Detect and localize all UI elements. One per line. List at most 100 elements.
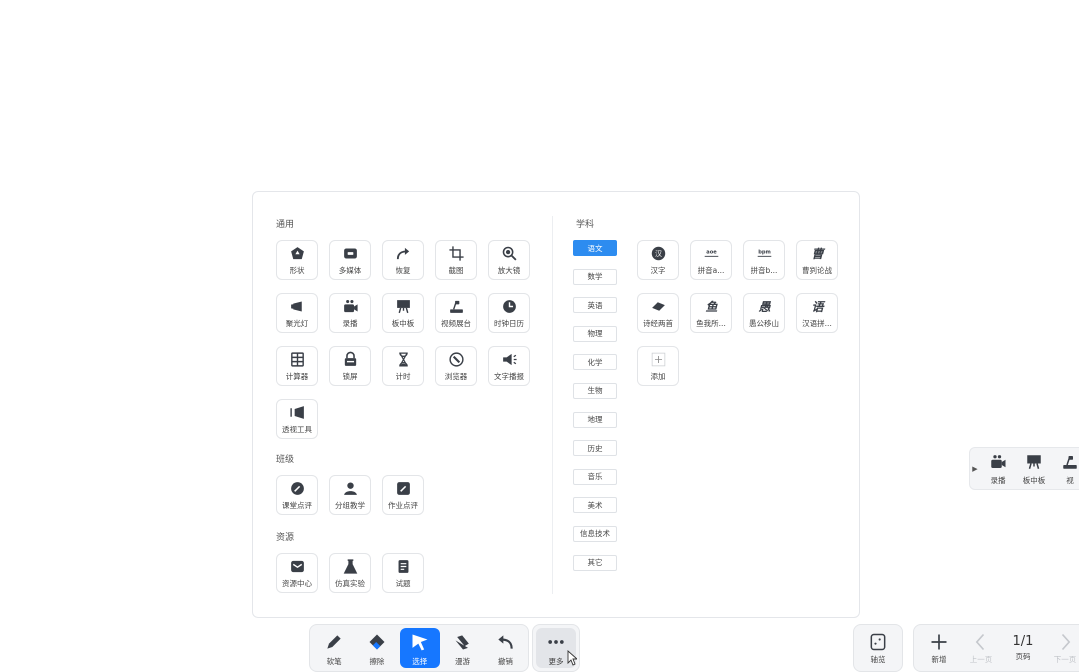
class-tool-group[interactable]: 分组教学 [329, 475, 371, 515]
hand-icon [453, 632, 473, 654]
resource-tools-grid: 资源中心 仿真实验 试题 [276, 553, 541, 606]
general-tool-clock[interactable]: 时钟日历 [488, 293, 530, 333]
subject-tool-pinyin-aoe[interactable]: aoe 拼音a... [690, 240, 732, 280]
tool-button-label: 撤销 [497, 656, 513, 666]
general-tool-visualizer[interactable]: 视频展台 [435, 293, 477, 333]
tool-label: 拼音b... [750, 266, 778, 275]
class-tool-comment[interactable]: 课堂点评 [276, 475, 318, 515]
hand-tool-button[interactable]: 漫游 [442, 628, 482, 668]
subject-tab[interactable]: 其它 [573, 554, 617, 571]
pinyin-aoe-icon: aoe [702, 244, 720, 262]
pen-tool-button[interactable]: 软笔 [314, 628, 354, 668]
section-title-subjects: 学科 [576, 220, 595, 230]
general-tool-spotlight[interactable]: 聚光灯 [276, 293, 318, 333]
tool-label: 分组教学 [335, 501, 365, 510]
subject-tool-pinyin-bpm[interactable]: bpm 拼音b... [743, 240, 785, 280]
crop-icon [447, 244, 465, 262]
document-icon [394, 557, 412, 575]
subject-tab[interactable]: 美术 [573, 497, 617, 514]
page-label: 页码 [1015, 652, 1031, 661]
general-tool-lock[interactable]: 锁屏 [329, 346, 371, 386]
select-tool-button[interactable]: 选择 [399, 628, 440, 668]
tool-label: 板中板 [391, 319, 415, 328]
homework-icon [394, 479, 412, 497]
thumbnail-icon [870, 633, 886, 650]
add-page-button[interactable]: 新增 [918, 628, 960, 668]
general-tool-shape[interactable]: 形状 [276, 240, 318, 280]
mini-tool-visualizer[interactable]: 视 [1052, 451, 1079, 486]
whiteboard-canvas[interactable]: 通用 形状 多媒体 恢复 截图 放大镜 聚光灯 录播 板中板 视频展台 时钟日历 计算器 锁屏 计时 浏览… [0, 0, 1079, 672]
tool-label: 课堂点评 [282, 501, 312, 510]
subject-tab[interactable]: 数学 [573, 268, 617, 285]
general-tool-board[interactable]: 板中板 [382, 293, 424, 333]
prev-page-button[interactable]: 上一页 [960, 628, 1002, 668]
general-tool-compass[interactable]: 浏览器 [435, 346, 477, 386]
page-indicator[interactable]: 1/1 页码 [1002, 628, 1044, 668]
general-tool-speaker[interactable]: 文字播报 [488, 346, 530, 386]
visualizer-icon [1061, 453, 1079, 473]
more-tools-panel: 通用 形状 多媒体 恢复 截图 放大镜 聚光灯 录播 板中板 视频展台 时钟日历 计算器 锁屏 计时 浏览… [252, 191, 860, 618]
subject-tab[interactable]: 化学 [573, 354, 617, 371]
general-tool-magnifier[interactable]: 放大镜 [488, 240, 530, 280]
eraser-tool-button[interactable]: 擦除 [357, 628, 397, 668]
subject-tool-yugong[interactable]: 愚愚公移山 [743, 293, 785, 333]
tool-label: 视频展台 [441, 319, 471, 328]
next-page-button[interactable]: 下一页 [1044, 628, 1079, 668]
general-tool-record[interactable]: 录播 [329, 293, 371, 333]
subject-tab[interactable]: 地理 [573, 411, 617, 428]
calculator-icon [288, 350, 306, 368]
general-tool-crop[interactable]: 截图 [435, 240, 477, 280]
general-tool-video[interactable]: 多媒体 [329, 240, 371, 280]
resource-tool-flask[interactable]: 仿真实验 [329, 553, 371, 593]
hourglass-icon [394, 350, 412, 368]
tool-label: 拼音a... [697, 266, 725, 275]
subject-tab[interactable]: 生物 [573, 382, 617, 399]
subject-tool-plus[interactable]: 添加 [637, 346, 679, 386]
svg-text:aoe: aoe [706, 249, 717, 255]
tool-label: 形状 [289, 266, 305, 275]
resource-tool-document[interactable]: 试题 [382, 553, 424, 593]
spotlight-icon [288, 297, 306, 315]
subject-tab[interactable]: 信息技术 [573, 525, 617, 542]
tool-label: 锁屏 [342, 372, 358, 381]
redo-icon [394, 244, 412, 262]
svg-text:汉: 汉 [654, 248, 661, 257]
general-tool-calculator[interactable]: 计算器 [276, 346, 318, 386]
resource-tool-inbox[interactable]: 资源中心 [276, 553, 318, 593]
subject-tab[interactable]: 物理 [573, 325, 617, 342]
tool-label: 多媒体 [338, 266, 362, 275]
record-icon [989, 453, 1007, 473]
subject-tool-fish[interactable]: 鱼鱼我所... [690, 293, 732, 333]
subject-tab[interactable]: 英语 [573, 297, 617, 314]
subject-tab[interactable]: 语文 [573, 240, 617, 256]
panel-divider [552, 216, 553, 594]
thumbnail-button[interactable]: 轴览 [857, 628, 899, 668]
expand-arrow-icon[interactable]: ▶ [970, 465, 980, 473]
class-tool-homework[interactable]: 作业点评 [382, 475, 424, 515]
tool-label: 聚光灯 [285, 319, 309, 328]
general-tool-hourglass[interactable]: 计时 [382, 346, 424, 386]
lock-icon [341, 350, 359, 368]
perspective-icon [288, 403, 306, 421]
subject-tool-hanzi[interactable]: 汉汉字 [637, 240, 679, 280]
svg-text:曹: 曹 [811, 246, 825, 260]
mini-tool-record[interactable]: 录播 [980, 451, 1016, 486]
tool-label: 资源中心 [282, 579, 312, 588]
mini-tool-board[interactable]: 板中板 [1016, 451, 1052, 486]
record-icon [341, 297, 359, 315]
general-tool-perspective[interactable]: 透视工具 [276, 399, 318, 439]
subject-tab[interactable]: 历史 [573, 440, 617, 457]
subject-tab[interactable]: 音乐 [573, 468, 617, 485]
page-controls: 新增 上一页 1/1 页码 下一页 [913, 624, 1079, 672]
undo-tool-button[interactable]: 撤销 [485, 628, 525, 668]
subject-tool-pinyin-table[interactable]: 语汉语拼... [796, 293, 838, 333]
subject-tool-poetry[interactable]: 诗经两首 [637, 293, 679, 333]
shape-icon [288, 244, 306, 262]
add-page-label: 新增 [931, 654, 947, 664]
subject-tool-cao[interactable]: 曹曹刿论战 [796, 240, 838, 280]
tool-button-label: 选择 [412, 656, 428, 666]
pinyin-table-icon: 语 [808, 297, 826, 315]
chevron-left-icon [975, 633, 985, 650]
tool-label: 汉语拼... [802, 319, 832, 328]
general-tool-redo[interactable]: 恢复 [382, 240, 424, 280]
